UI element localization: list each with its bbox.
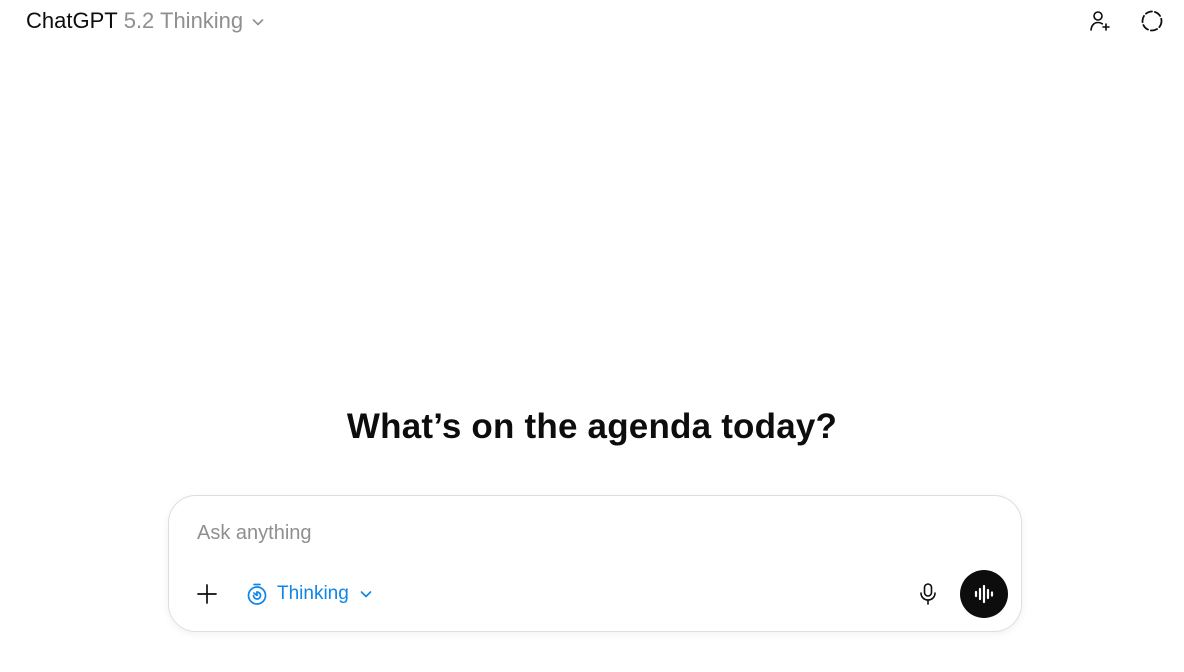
model-switcher[interactable]: ChatGPT 5.2 Thinking <box>18 4 273 38</box>
header-actions <box>1082 4 1170 38</box>
dashed-circle-icon[interactable] <box>1134 4 1170 38</box>
thinking-mode-label: Thinking <box>277 583 349 604</box>
chevron-down-icon <box>251 15 265 29</box>
thinking-mode-button[interactable]: Thinking <box>241 576 381 612</box>
model-name: ChatGPT <box>26 8 118 33</box>
chevron-down-icon <box>359 587 373 601</box>
microphone-icon[interactable] <box>908 574 948 614</box>
voice-waveform-icon <box>972 582 996 606</box>
chat-composer: Thinking <box>168 495 1022 632</box>
timer-icon <box>245 582 269 606</box>
voice-mode-button[interactable] <box>960 570 1008 618</box>
chat-page: ChatGPT 5.2 Thinking What’s on the agend… <box>0 0 1184 672</box>
composer-toolbar: Thinking <box>189 570 1008 618</box>
add-person-icon[interactable] <box>1082 4 1118 38</box>
plus-icon[interactable] <box>189 576 225 612</box>
model-variant: 5.2 Thinking <box>123 8 244 33</box>
prompt-input[interactable] <box>197 518 957 548</box>
page-headline: What’s on the agenda today? <box>346 407 838 446</box>
